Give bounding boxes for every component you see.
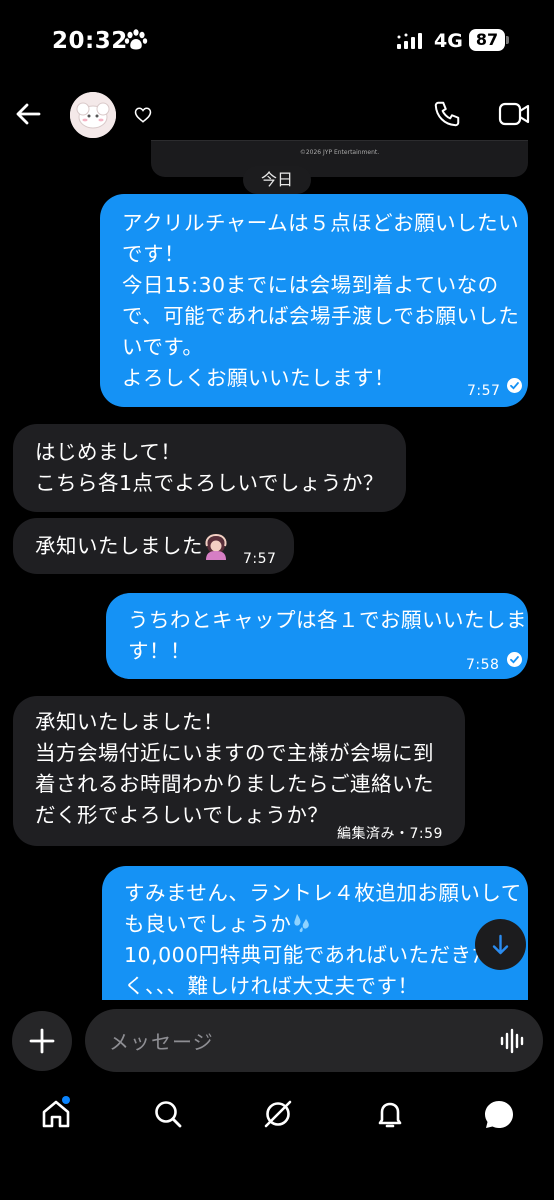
outgoing-message[interactable]: アクリルチャームは５点ほどお願いしたい です！ 今日15:30までには会場到着よ… — [100, 194, 528, 407]
chat-icon[interactable] — [482, 1098, 516, 1132]
message-line: で、可能であれば会場手渡しでお願いした — [122, 304, 520, 328]
outgoing-message[interactable]: うちわとキャップは各１でお願いいたしま す！！ 7:58 — [106, 593, 528, 679]
message-input[interactable] — [107, 1009, 491, 1074]
read-check-icon — [507, 652, 522, 667]
video-icon[interactable] — [498, 101, 530, 127]
message-time: 7:57 — [467, 383, 501, 399]
message-line: です！ — [122, 242, 185, 266]
network-type: 4G — [434, 30, 463, 52]
message-line: 10,000円特典可能であればいただきた — [124, 943, 493, 967]
back-arrow-icon[interactable] — [14, 100, 42, 128]
scroll-to-bottom-button[interactable] — [475, 919, 526, 970]
notification-dot — [62, 1096, 70, 1104]
battery-level: 87 — [469, 29, 505, 51]
avatar-image — [70, 92, 116, 138]
message-line-text: も良いでしょうか — [124, 912, 292, 936]
status-time: 20:32 — [52, 28, 128, 54]
message-time: 7:58 — [466, 657, 500, 673]
signal-icon — [397, 33, 422, 49]
message-line: いです。 — [122, 335, 204, 359]
message-edited-time: 編集済み・7:59 — [337, 826, 443, 842]
plus-button[interactable] — [12, 1011, 72, 1071]
outgoing-message[interactable]: すみません、ラントレ４枚追加お願いして も良いでしょうか 10,000円特典可能… — [102, 866, 528, 1000]
message-line: うちわとキャップは各１でお願いいたしま — [128, 608, 527, 632]
message-time: 7:57 — [243, 551, 277, 567]
message-line: 承知いたしました！ — [35, 710, 224, 734]
day-separator: 今日 — [243, 166, 311, 194]
message-line: すみません、ラントレ４枚追加お願いして — [124, 881, 522, 905]
message-line: 着されるお時間わかりましたらご連絡いた — [35, 772, 434, 796]
bell-icon[interactable] — [374, 1098, 406, 1130]
search-icon[interactable] — [152, 1098, 184, 1130]
explore-icon[interactable] — [262, 1098, 294, 1130]
message-line: 今日15:30までには会場到着よていなの — [122, 273, 499, 297]
message-line: はじめまして！ — [35, 440, 182, 464]
message-line: く、、、難しければ大丈夫です！ — [124, 974, 419, 998]
media-caption: ©2026 JYP Entertainment. — [299, 149, 380, 156]
arrow-down-icon — [492, 934, 509, 955]
battery-tip — [506, 36, 509, 44]
heart-icon — [134, 107, 152, 123]
media-message[interactable] — [151, 140, 528, 177]
incoming-message[interactable]: 承知いたしました！ 当方会場付近にいますので主様が会場に到 着されるお時間わかり… — [13, 696, 465, 846]
avatar[interactable] — [70, 92, 116, 138]
incoming-message[interactable]: はじめまして！ こちら各1点でよろしいでしょうか？ — [13, 424, 406, 512]
incoming-message[interactable]: 承知いたしました 7:57 — [13, 518, 294, 574]
message-line: 当方会場付近にいますので主様が会場に到 — [35, 741, 434, 765]
message-input-container — [85, 1009, 543, 1074]
message-line: アクリルチャームは５点ほどお願いしたい — [122, 211, 520, 235]
sweat-droplets-emoji-icon — [294, 914, 310, 933]
person-gesturing-ok-emoji-icon — [205, 534, 227, 560]
paw-icon — [124, 29, 148, 50]
voice-wave-icon[interactable] — [499, 1027, 527, 1055]
plus-icon — [29, 1028, 55, 1054]
message-line: こちら各1点でよろしいでしょうか？ — [35, 471, 384, 495]
message-line: も良いでしょうか — [124, 909, 528, 940]
phone-icon[interactable] — [432, 99, 462, 129]
read-check-icon — [507, 378, 522, 393]
